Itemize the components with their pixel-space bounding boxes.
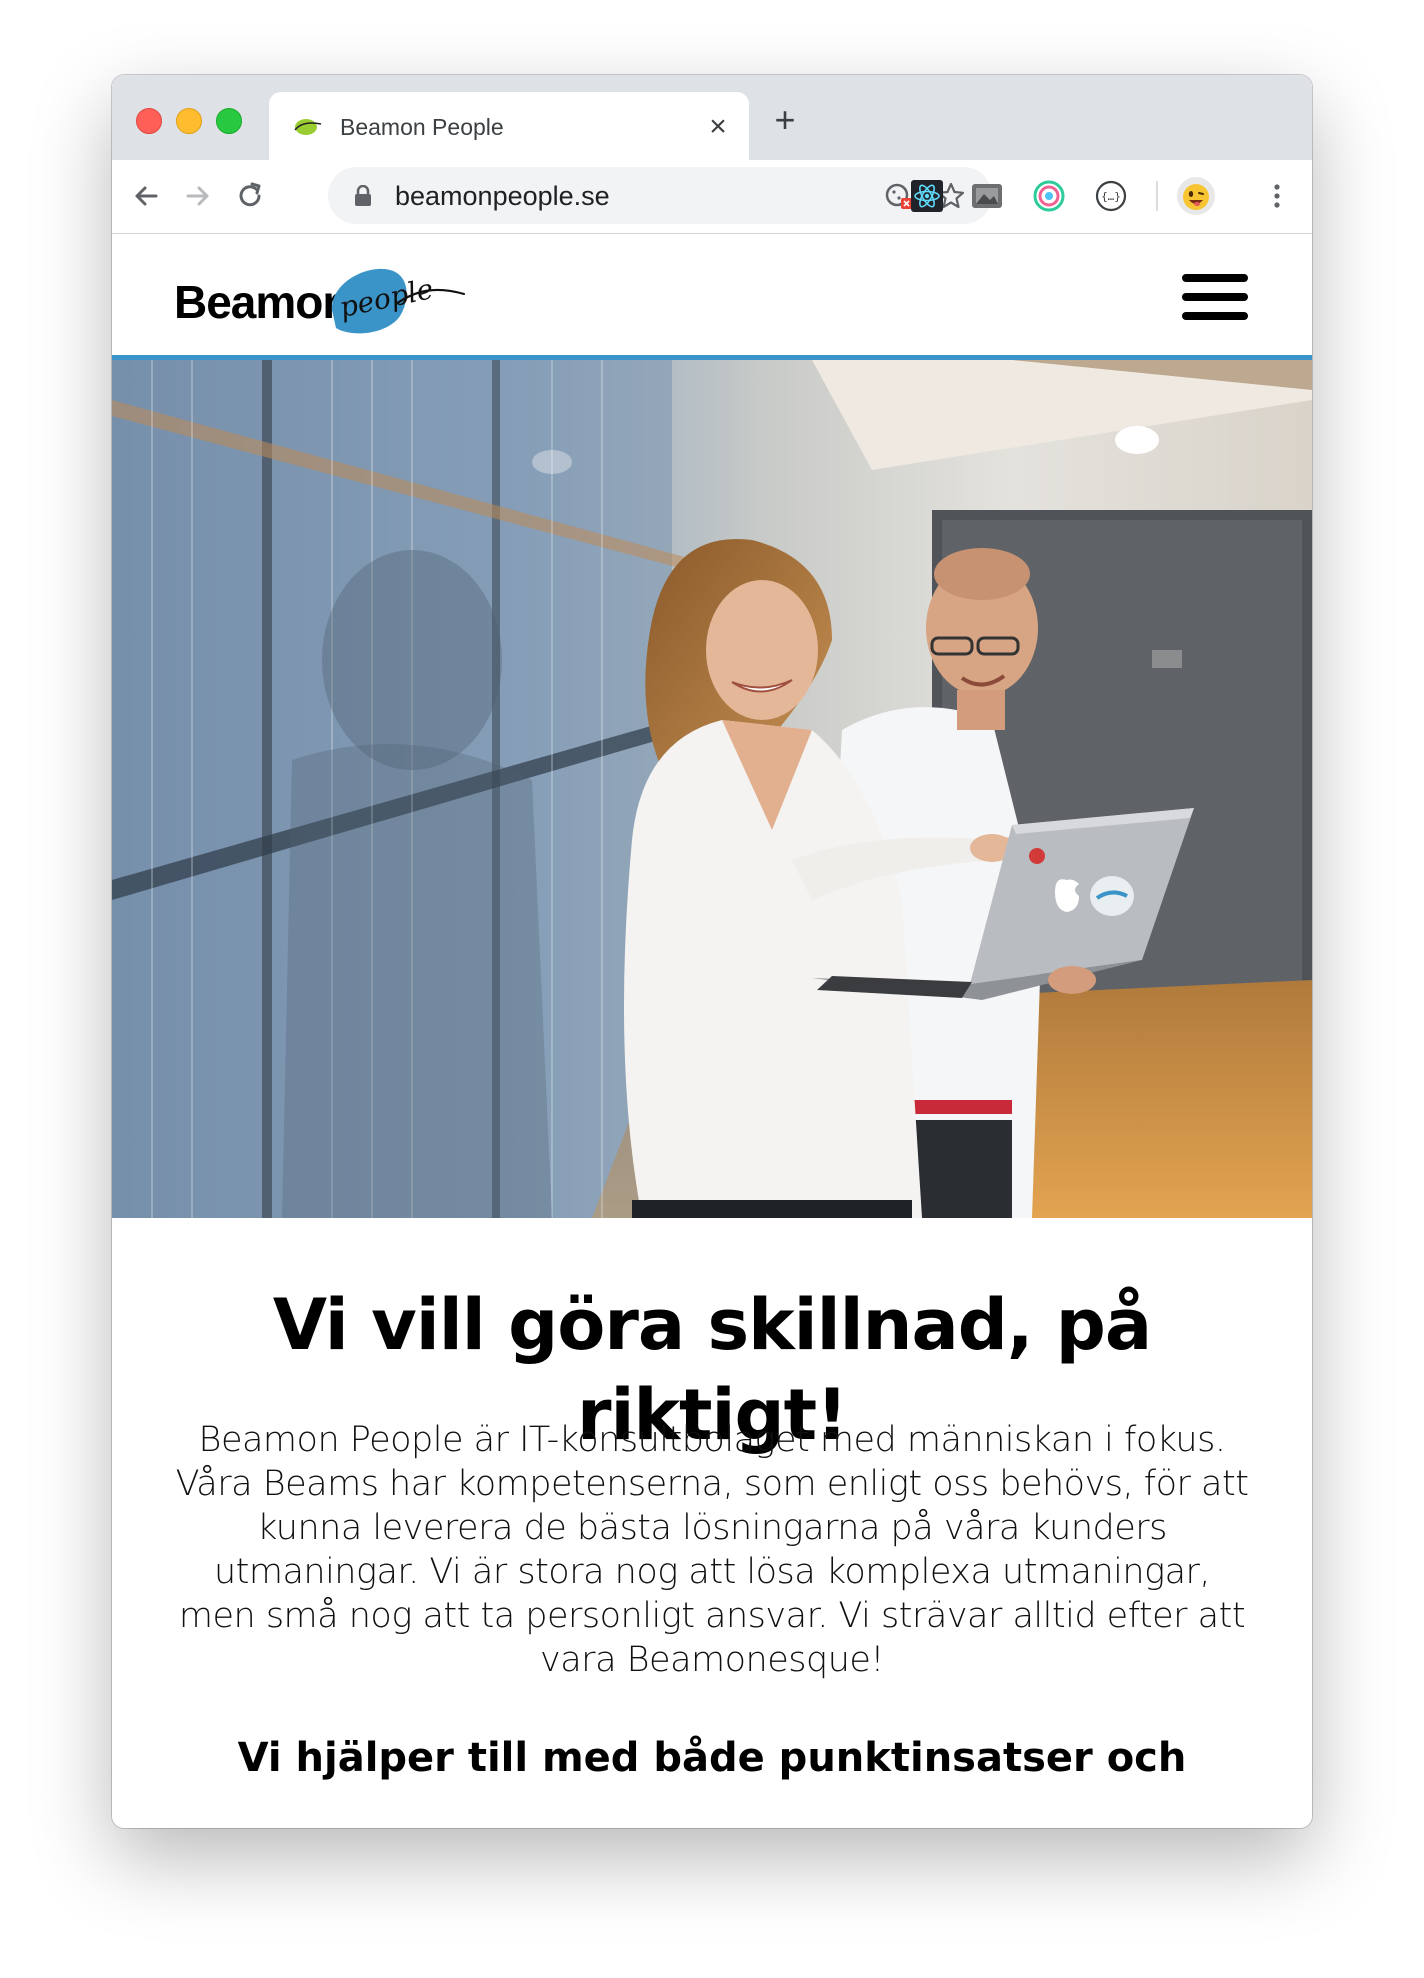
site-logo[interactable]: Beamon people	[174, 260, 466, 340]
new-tab-button[interactable]: +	[770, 102, 800, 138]
minimize-window-button[interactable]	[176, 108, 202, 134]
browser-tab[interactable]: Beamon People ×	[269, 92, 749, 160]
url-text[interactable]: beamonpeople.se	[395, 180, 610, 212]
lock-icon	[355, 185, 371, 206]
maximize-window-button[interactable]	[216, 108, 242, 134]
logo-wordmark: Beamon	[174, 276, 350, 328]
react-devtools-icon[interactable]	[910, 179, 944, 213]
site-favicon-icon	[294, 119, 322, 135]
address-bar[interactable]: beamonpeople.se	[328, 167, 992, 224]
toolbar-separator	[1156, 181, 1158, 211]
web-page: Beamon people Vi vill göra skillnad, på …	[112, 234, 1312, 1828]
close-window-button[interactable]	[136, 108, 162, 134]
intro-paragraph: Beamon People är IT-konsultbolaget med m…	[175, 1420, 1249, 1680]
profile-avatar-icon[interactable]	[1176, 176, 1216, 216]
forward-arrow-icon[interactable]	[180, 178, 216, 214]
browser-toolbar: beamonpeople.se {…}	[112, 160, 1312, 234]
tab-strip: Beamon People × +	[112, 75, 1312, 160]
logo-people-blob: people	[331, 268, 466, 334]
hero-image	[112, 360, 1312, 1218]
browser-window: Beamon People × + beamonpeople.se {…} Be…	[112, 75, 1312, 1828]
svg-text:{…}: {…}	[1101, 190, 1121, 203]
screenshot-extension-icon[interactable]	[970, 179, 1004, 213]
site-header: Beamon people	[112, 234, 1312, 360]
hamburger-menu-icon[interactable]	[1182, 274, 1248, 320]
tab-close-icon[interactable]: ×	[705, 112, 731, 142]
kebab-menu-icon[interactable]	[1260, 179, 1294, 213]
section-subheading: Vi hjälper till med både punktinsatser o…	[237, 1735, 1187, 1781]
tab-title: Beamon People	[340, 114, 504, 140]
color-picker-extension-icon[interactable]	[1032, 179, 1066, 213]
back-arrow-icon[interactable]	[128, 178, 164, 214]
json-viewer-icon[interactable]: {…}	[1094, 179, 1128, 213]
reload-icon[interactable]	[232, 178, 268, 214]
